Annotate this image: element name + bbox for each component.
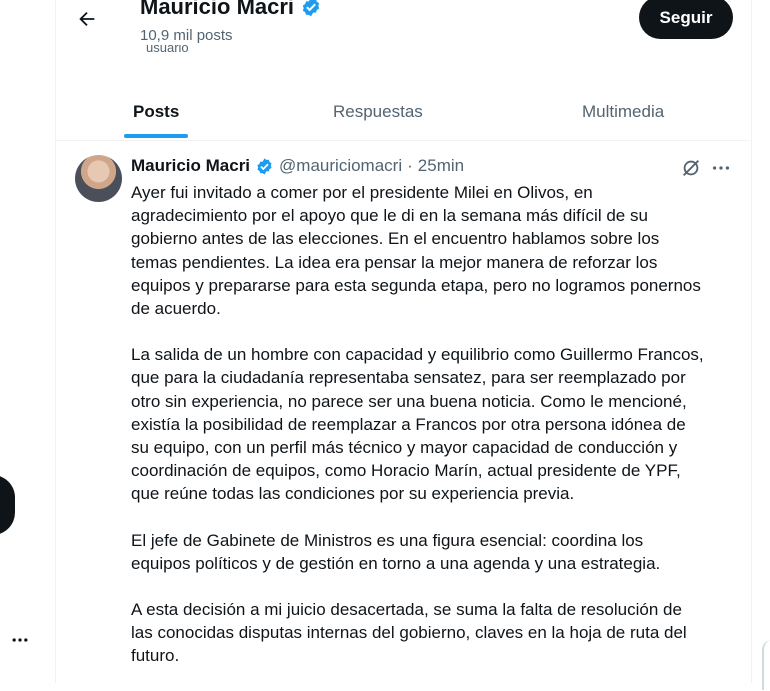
more-icon — [12, 638, 28, 642]
profile-name-text: Mauricio Macri — [140, 0, 295, 19]
profile-tabs: Posts Respuestas Multimedia — [56, 84, 751, 141]
avatar[interactable] — [75, 155, 122, 202]
posts-count: 10,9 mil posts — [140, 27, 233, 44]
follow-button[interactable]: Seguir — [639, 0, 733, 39]
more-icon — [712, 166, 730, 170]
side-nav-button-edge[interactable] — [0, 475, 15, 535]
tab-posts[interactable]: Posts — [133, 84, 179, 140]
tweet-paragraph-2: La salida de un hombre con capacidad y e… — [131, 345, 704, 504]
profile-name: Mauricio Macri — [140, 0, 322, 20]
tab-respuestas[interactable]: Respuestas — [333, 84, 423, 140]
side-more-button[interactable] — [10, 630, 30, 650]
back-button[interactable] — [74, 6, 100, 32]
tab-multimedia[interactable]: Multimedia — [582, 84, 664, 140]
back-arrow-icon — [79, 11, 95, 27]
peek-text: usuario — [146, 44, 189, 55]
tweet-paragraph-3: El jefe de Gabinete de Ministros es una … — [131, 530, 661, 573]
tweet-handle[interactable]: @mauriciomacri — [279, 156, 402, 176]
timeline-column: Mauricio Macri 10,9 mil posts usuario Se… — [55, 0, 752, 683]
verified-badge-icon — [257, 157, 272, 175]
tweet-paragraph-4: A esta decisión a mi juicio desacertada,… — [131, 600, 687, 666]
profile-header: Mauricio Macri 10,9 mil posts usuario Se… — [56, 0, 751, 70]
separator-dot: · — [407, 156, 413, 175]
grok-icon — [683, 160, 699, 176]
verified-badge-icon — [302, 0, 320, 17]
active-tab-indicator — [124, 134, 188, 138]
tweet-paragraph-1: Ayer fui invitado a comer por el preside… — [131, 183, 701, 319]
tweet-author[interactable]: Mauricio Macri — [131, 156, 250, 176]
more-options-button[interactable] — [710, 157, 732, 179]
tweet-text: Ayer fui invitado a comer por el preside… — [131, 181, 736, 691]
tweet-header: Mauricio Macri @mauriciomacri · 25min — [131, 156, 464, 176]
tweet-time[interactable]: 25min — [418, 156, 464, 176]
grok-button[interactable] — [680, 157, 702, 179]
